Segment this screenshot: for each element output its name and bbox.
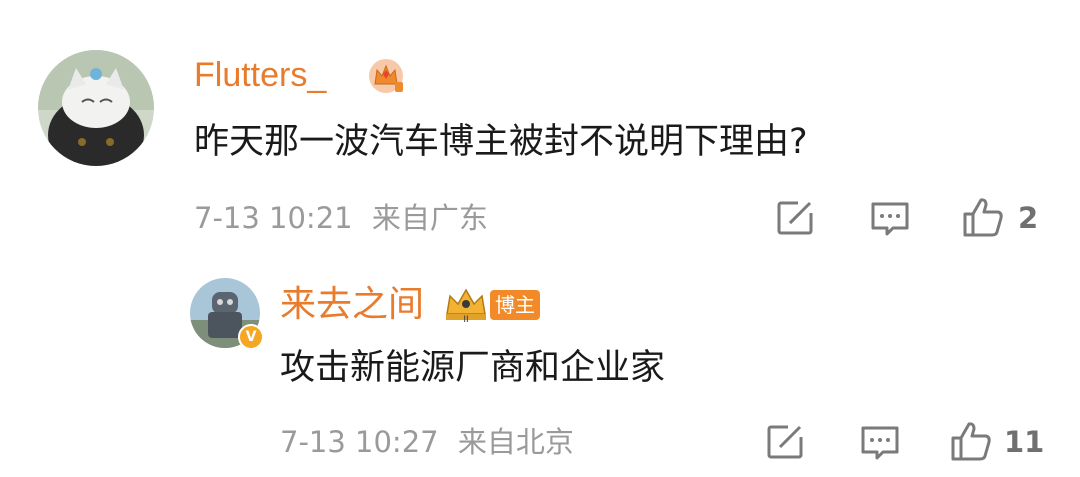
like-icon[interactable]: [950, 420, 992, 462]
blogger-tag: 博主: [490, 290, 540, 320]
username[interactable]: 来去之间: [280, 282, 424, 328]
svg-text:II: II: [463, 315, 468, 324]
comment-icon[interactable]: [860, 424, 900, 462]
timestamp: 7-13 10:21: [194, 201, 353, 235]
comment-item: Flutters_ 昨天那一波汽车博主被封不说明下理由? 7-13 10:21 …: [0, 0, 1080, 260]
comment-text: 攻击新能源厂商和企业家: [280, 348, 666, 388]
timestamp: 7-13 10:27: [280, 425, 439, 459]
location: 来自北京: [457, 425, 574, 459]
comment-meta: 7-13 10:21 来自广东: [194, 198, 488, 238]
like-count: 2: [1018, 201, 1039, 235]
share-icon[interactable]: [766, 423, 806, 461]
share-icon[interactable]: [776, 199, 816, 237]
avatar[interactable]: [38, 50, 154, 166]
reply-item: V 来去之间 II 博主 攻击新能源厂商和企业家 7-13 10:27 来自北京: [0, 260, 1080, 477]
location: 来自广东: [371, 201, 488, 235]
crown-level-icon: [366, 56, 406, 96]
comment-meta: 7-13 10:27 来自北京: [280, 422, 574, 462]
like-count: 11: [1004, 425, 1045, 459]
comment-text: 昨天那一波汽车博主被封不说明下理由?: [194, 122, 808, 162]
verified-badge-icon: V: [238, 324, 264, 350]
crown-level-icon: II: [442, 284, 490, 325]
comment-icon[interactable]: [870, 200, 910, 238]
username[interactable]: Flutters_: [194, 53, 326, 97]
like-icon[interactable]: [962, 196, 1004, 238]
